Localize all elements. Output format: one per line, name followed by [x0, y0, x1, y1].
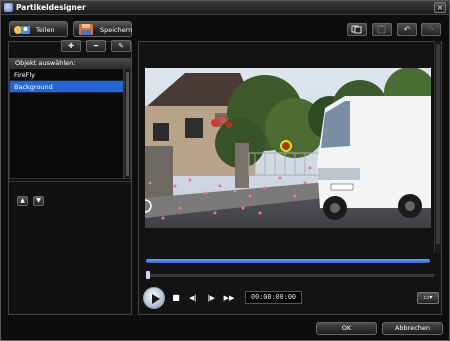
render-progress-bar — [146, 259, 430, 263]
cancel-button[interactable]: Abbrechen — [382, 322, 443, 335]
window-title: Partikeldesigner — [16, 3, 86, 12]
add-object-icon: ✚ — [68, 42, 74, 50]
stop-button[interactable]: ■ — [170, 292, 182, 304]
play-icon — [152, 294, 160, 304]
move-down-button[interactable]: ▼ — [33, 196, 44, 206]
close-button[interactable]: × — [434, 2, 446, 13]
object-item-background[interactable]: Background — [10, 81, 123, 93]
preview-scroll-thumb[interactable] — [436, 44, 440, 244]
object-list-scrollbar[interactable] — [124, 68, 131, 179]
undo-icon: ↶ — [403, 25, 411, 34]
render-progress-fill — [146, 259, 430, 263]
ok-button[interactable]: OK — [316, 322, 377, 335]
share-button[interactable]: Teilen — [9, 21, 68, 37]
particle-designer-window: Partikeldesigner × Teilen Speichern ↶ ↷ … — [0, 0, 450, 341]
redo-icon: ↷ — [427, 25, 435, 34]
object-item-firefly[interactable]: FireFly — [10, 69, 123, 81]
edit-object-button[interactable]: ✎ — [111, 40, 131, 52]
save-button[interactable]: Speichern — [73, 21, 132, 37]
panel-divider — [9, 181, 131, 182]
play-button[interactable] — [143, 287, 165, 309]
save-label: Speichern — [100, 26, 133, 34]
title-bar: Partikeldesigner × — [1, 1, 449, 15]
add-object-button[interactable]: ✚ — [61, 40, 81, 52]
save-icon — [79, 24, 93, 35]
share-label: Teilen — [36, 26, 55, 34]
share-icon — [14, 26, 30, 34]
van-shape — [317, 96, 431, 220]
street-scene-image — [145, 68, 431, 228]
chevron-down-icon: ▼ — [36, 197, 41, 204]
preview-vertical-scrollbar[interactable] — [434, 41, 441, 253]
undo-button[interactable]: ↶ — [397, 23, 417, 36]
previous-frame-button[interactable]: ◀| — [187, 292, 199, 304]
aspect-ratio-dropdown[interactable]: ▭▾ — [417, 292, 439, 304]
timecode-display: 00:00:00:00 — [245, 291, 302, 304]
app-icon — [4, 3, 13, 12]
video-preview[interactable] — [145, 68, 431, 228]
remove-object-button[interactable]: ━ — [86, 40, 106, 52]
move-up-button[interactable]: ▲ — [17, 196, 28, 206]
redo-button[interactable]: ↷ — [421, 23, 441, 36]
copy-icon — [351, 25, 362, 34]
scrubber-handle[interactable] — [146, 271, 150, 279]
object-list: FireFly Background — [9, 68, 124, 179]
fast-forward-button[interactable]: ▶▶ — [221, 292, 237, 304]
paste-icon — [377, 25, 386, 34]
timeline-scrubber[interactable] — [146, 271, 434, 279]
scrollbar-thumb[interactable] — [126, 72, 129, 176]
object-list-header: Objekt auswählen: — [9, 58, 131, 68]
copy-button[interactable] — [347, 23, 367, 36]
remove-object-icon: ━ — [93, 42, 99, 50]
next-frame-button[interactable]: |▶ — [205, 292, 217, 304]
paste-button[interactable] — [372, 23, 392, 36]
chevron-up-icon: ▲ — [20, 197, 25, 204]
edit-object-icon: ✎ — [118, 42, 124, 50]
